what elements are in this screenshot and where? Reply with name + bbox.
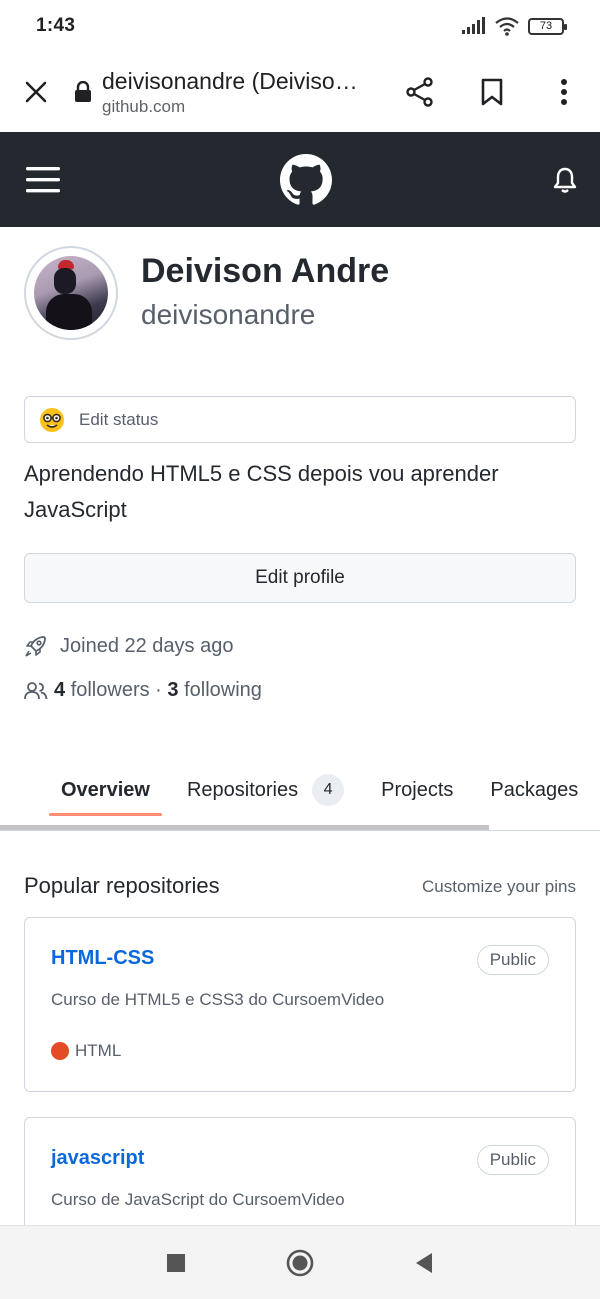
bell-icon[interactable]: [552, 166, 578, 194]
active-tab-underline: [49, 813, 162, 816]
wifi-icon: [495, 17, 519, 36]
signal-icon: [462, 17, 485, 34]
rocket-icon: [25, 636, 46, 657]
tab-overview-label: Overview: [61, 778, 150, 801]
more-options-button[interactable]: [528, 52, 600, 132]
tab-repositories[interactable]: Repositories 4: [186, 760, 345, 820]
avatar[interactable]: [24, 246, 118, 340]
follow-stats: 4 followers · 3 following: [24, 679, 262, 702]
visibility-badge: Public: [476, 1145, 549, 1175]
following-label: following: [184, 679, 262, 701]
more-vert-icon: [561, 79, 567, 105]
following-link[interactable]: 3 following: [167, 679, 262, 702]
repo-language: HTML: [51, 1041, 121, 1061]
github-logo-icon[interactable]: [280, 153, 332, 206]
repo-name-link[interactable]: HTML-CSS: [51, 947, 154, 970]
lock-icon[interactable]: [72, 81, 94, 103]
profile-username: deivisonandre: [141, 299, 316, 330]
popular-repos-title: Popular repositories: [24, 873, 220, 898]
tabs-scrollbar[interactable]: [0, 825, 489, 830]
language-label: HTML: [75, 1041, 122, 1060]
edit-status-button[interactable]: Edit status: [24, 396, 576, 443]
following-count: 3: [167, 679, 179, 701]
share-icon: [406, 77, 433, 107]
customize-pins-link[interactable]: Customize your pins: [422, 877, 576, 897]
github-header: [0, 132, 600, 227]
battery-level: 73: [539, 20, 553, 32]
page-title: deivisonandre (Deivison Andre): [102, 67, 362, 94]
edit-status-label: Edit status: [79, 409, 159, 429]
back-icon: [416, 1252, 432, 1273]
repo-card: HTML-CSS Public Curso de HTML5 e CSS3 do…: [24, 917, 576, 1092]
followers-count: 4: [54, 679, 66, 701]
battery-icon: 73: [528, 17, 567, 35]
profile-name: Deivison Andre: [141, 252, 390, 290]
bookmark-button[interactable]: [456, 52, 528, 132]
tab-packages[interactable]: Packages: [490, 760, 578, 820]
home-icon: [286, 1249, 314, 1276]
status-time: 1:43: [36, 15, 76, 36]
repo-name-link[interactable]: javascript: [51, 1147, 144, 1170]
tab-projects[interactable]: Projects: [381, 760, 453, 820]
language-color-dot: [51, 1042, 69, 1060]
browser-toolbar: deivisonandre (Deivison Andre) github.co…: [0, 52, 600, 132]
share-button[interactable]: [384, 52, 456, 132]
repositories-count-badge: 4: [312, 774, 345, 806]
tab-packages-label: Packages: [490, 778, 579, 801]
recents-icon: [167, 1253, 185, 1272]
back-button[interactable]: [362, 1226, 486, 1299]
profile-bio: Aprendendo HTML5 e CSS depois vou aprend…: [24, 461, 499, 522]
tab-projects-label: Projects: [381, 778, 454, 801]
page-domain: github.com: [102, 96, 186, 116]
system-navigation-bar: [0, 1225, 600, 1299]
tab-repositories-label: Repositories: [186, 778, 299, 801]
tabs-divider: [0, 830, 600, 831]
profile-tabs: Overview Repositories 4 Projects Packages: [0, 750, 600, 830]
hamburger-menu-icon[interactable]: [26, 166, 60, 194]
joined-text: Joined 22 days ago: [60, 634, 234, 657]
repo-description: Curso de JavaScript do CursoemVideo: [51, 1190, 345, 1209]
status-icons: 73: [460, 16, 567, 36]
people-icon: [24, 681, 48, 699]
recents-button[interactable]: [114, 1226, 238, 1299]
edit-profile-button[interactable]: Edit profile: [24, 553, 576, 603]
tab-overview[interactable]: Overview: [61, 760, 150, 820]
nerd-face-emoji-icon: [40, 407, 64, 432]
url-bar[interactable]: deivisonandre (Deivison Andre) github.co…: [102, 68, 384, 117]
followers-label: followers: [70, 679, 150, 701]
followers-link[interactable]: 4 followers: [54, 679, 150, 702]
repo-description: Curso de HTML5 e CSS3 do CursoemVideo: [51, 990, 385, 1009]
close-icon: [25, 81, 47, 103]
close-tab-button[interactable]: [0, 52, 72, 132]
home-button[interactable]: [238, 1226, 362, 1299]
system-status-bar: 1:43 73: [0, 0, 600, 52]
bookmark-icon: [481, 78, 503, 106]
separator: ·: [155, 679, 162, 701]
avatar-photo: [34, 256, 108, 330]
visibility-badge: Public: [476, 945, 549, 975]
joined-info: Joined 22 days ago: [24, 634, 233, 658]
